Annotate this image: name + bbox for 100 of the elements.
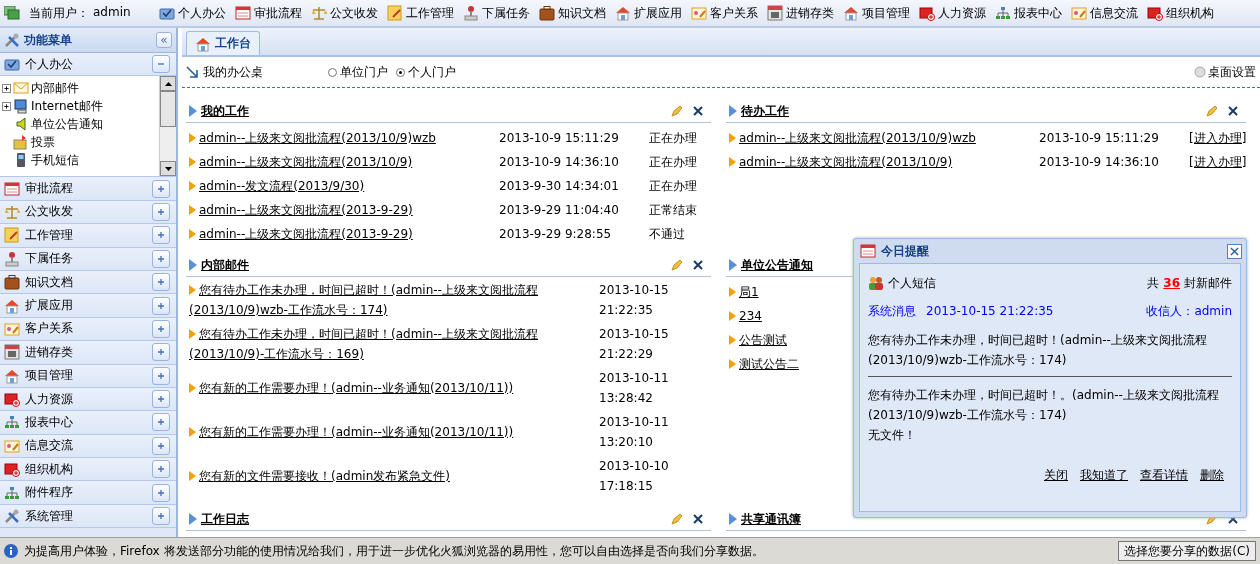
work-link[interactable]: admin--上级来文阅批流程(2013/10/9)wzb (729, 128, 1029, 148)
panel-title[interactable]: 待办工作 (741, 102, 1202, 120)
nav-item[interactable]: 进销存类 (766, 4, 834, 22)
tree-item[interactable]: 单位公告通知 (31, 115, 103, 133)
plus-icon[interactable] (156, 440, 166, 451)
notice-link[interactable]: 234 (729, 306, 762, 326)
panel-title[interactable]: 工作日志 (201, 510, 667, 528)
nav-item[interactable]: 公文收发 (310, 4, 378, 22)
menu-section[interactable]: 组织机构 (0, 458, 176, 482)
menu-section[interactable]: 下属任务 (0, 247, 176, 271)
tab[interactable]: 工作台 (186, 31, 260, 55)
expand-toggle[interactable] (152, 413, 170, 432)
expand-toggle[interactable] (2, 101, 11, 111)
work-link[interactable]: admin--上级来文阅批流程(2013/10/9)wzb (189, 128, 489, 148)
notice-link[interactable]: 局1 (729, 282, 759, 302)
pencil-icon[interactable] (671, 259, 683, 271)
nav-item[interactable]: 报表中心 (994, 4, 1062, 22)
plus-icon[interactable] (156, 464, 166, 475)
menu-section[interactable]: 审批流程 (0, 177, 176, 201)
work-link[interactable]: admin--上级来文阅批流程(2013-9-29) (189, 200, 489, 220)
pencil-icon[interactable] (671, 105, 683, 117)
radio-dot[interactable] (328, 67, 337, 77)
plus-icon[interactable] (156, 253, 166, 264)
pencil-icon[interactable] (1206, 105, 1218, 117)
notice-link[interactable]: 测试公告二 (729, 354, 799, 374)
menu-section[interactable]: 公文收发 (0, 200, 176, 225)
menu-section[interactable]: 客户关系 (0, 317, 176, 342)
expand-toggle[interactable] (152, 343, 170, 362)
popup-action-link[interactable]: 关闭 (1044, 467, 1068, 484)
plus-icon[interactable] (156, 487, 166, 498)
portal-radio[interactable]: 个人门户 (396, 63, 456, 81)
work-link[interactable]: admin--发文流程(2013/9/30) (189, 176, 489, 196)
expand-toggle[interactable] (152, 436, 170, 455)
plus-icon[interactable] (156, 370, 166, 381)
mail-link[interactable]: 您有新的文件需要接收！(admin发布紧急文件) (189, 466, 589, 486)
expand-toggle[interactable] (152, 179, 170, 198)
expand-toggle[interactable] (2, 83, 11, 93)
close-icon[interactable] (693, 514, 703, 524)
plus-icon[interactable] (156, 230, 166, 241)
expand-toggle[interactable] (152, 296, 170, 315)
plus-icon[interactable] (156, 347, 166, 358)
menu-section[interactable]: 个人办公 (0, 53, 176, 77)
expand-toggle[interactable] (152, 273, 170, 292)
expand-toggle[interactable] (152, 249, 170, 268)
handle-link[interactable]: [进入办理] (1189, 153, 1259, 171)
expand-toggle[interactable] (152, 507, 170, 526)
menu-section[interactable]: 报表中心 (0, 411, 176, 435)
plus-icon[interactable] (156, 394, 166, 405)
nav-item[interactable]: 信息交流 (1070, 4, 1138, 22)
nav-item[interactable]: 组织机构 (1146, 4, 1214, 22)
menu-section[interactable]: 知识文档 (0, 270, 176, 295)
tree-item[interactable]: 手机短信 (31, 151, 79, 169)
tree-item[interactable]: Internet邮件 (31, 97, 103, 115)
expand-toggle[interactable] (152, 390, 170, 409)
plus-icon[interactable] (156, 277, 166, 288)
plus-icon[interactable] (156, 206, 166, 217)
nav-item[interactable]: 审批流程 (234, 4, 302, 22)
tree-item[interactable]: 内部邮件 (31, 79, 79, 97)
work-link[interactable]: admin--上级来文阅批流程(2013/10/9) (729, 152, 1029, 172)
nav-item[interactable]: 下属任务 (462, 4, 530, 22)
mail-link[interactable]: 您有待办工作未办理，时间已超时！(admin--上级来文阅批流程(2013/10/9)wzb-工作流水号：174) (189, 280, 589, 320)
scroll-up-icon[interactable] (164, 81, 172, 86)
nav-item[interactable]: 项目管理 (842, 4, 910, 22)
settings-link[interactable]: 桌面设置 (1194, 63, 1256, 81)
collapse-button[interactable]: « (156, 32, 172, 48)
notice-link[interactable]: 公告测试 (729, 330, 787, 350)
menu-section[interactable]: 扩展应用 (0, 294, 176, 318)
menu-section[interactable]: 附件程序 (0, 481, 176, 505)
scroll-down-icon[interactable] (164, 166, 172, 171)
popup-action-link[interactable]: 我知道了 (1080, 467, 1128, 484)
nav-item[interactable]: 工作管理 (386, 4, 454, 22)
close-icon[interactable] (1228, 106, 1238, 116)
nav-item[interactable]: 扩展应用 (614, 4, 682, 22)
panel-title[interactable]: 我的工作 (201, 102, 667, 120)
menu-section[interactable]: 工作管理 (0, 224, 176, 248)
nav-item[interactable]: 人力资源 (918, 4, 986, 22)
nav-item[interactable]: 知识文档 (538, 4, 606, 22)
menu-section[interactable]: 系统管理 (0, 504, 176, 529)
work-link[interactable]: admin--上级来文阅批流程(2013/10/9) (189, 152, 489, 172)
mail-link[interactable]: 您有待办工作未办理，时间已超时！(admin--上级来文阅批流程(2013/10/9)-工作流水号：169) (189, 324, 589, 364)
expand-toggle[interactable] (152, 460, 170, 479)
menu-section[interactable]: 人力资源 (0, 387, 176, 412)
close-icon[interactable] (693, 106, 703, 116)
plus-icon[interactable] (156, 417, 166, 428)
menu-section[interactable]: 信息交流 (0, 434, 176, 459)
expand-toggle[interactable] (152, 319, 170, 338)
expand-toggle[interactable] (152, 366, 170, 385)
scrollbar[interactable] (159, 76, 176, 177)
plus-icon[interactable] (156, 323, 166, 334)
mail-link[interactable]: 您有新的工作需要办理！(admin--业务通知(2013/10/11)) (189, 422, 589, 442)
portal-radio[interactable]: 单位门户 (328, 63, 388, 81)
plus-icon[interactable] (156, 300, 166, 311)
nav-item[interactable]: 客户关系 (690, 4, 758, 22)
share-data-button[interactable]: 选择您要分享的数据(C) (1118, 541, 1256, 561)
close-icon[interactable] (693, 260, 703, 270)
popup-action-link[interactable]: 查看详情 (1140, 467, 1188, 484)
menu-section[interactable]: 项目管理 (0, 364, 176, 388)
collapse-toggle[interactable] (152, 55, 170, 74)
plus-icon[interactable] (156, 183, 166, 194)
radio-dot[interactable] (396, 67, 405, 77)
